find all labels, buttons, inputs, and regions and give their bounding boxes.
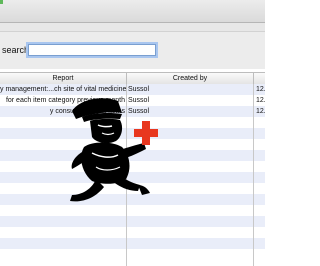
cell-date: 12. — [256, 108, 265, 115]
search-input[interactable] — [28, 44, 156, 56]
window-control-edge[interactable] — [0, 0, 3, 4]
cell-date: 12. — [256, 97, 265, 104]
empty-row — [0, 249, 265, 260]
empty-row — [0, 238, 265, 249]
empty-row — [0, 205, 265, 216]
column-header-report[interactable]: Report — [0, 73, 127, 84]
toolbar — [0, 23, 265, 31]
column-header-date[interactable] — [254, 73, 265, 84]
empty-row — [0, 216, 265, 227]
column-header-created-by[interactable]: Created by — [127, 73, 254, 84]
search-bar: search — [0, 31, 265, 69]
cell-date: 12. — [256, 86, 265, 93]
window-title-bar — [0, 0, 265, 23]
empty-row — [0, 227, 265, 238]
column-divider — [253, 84, 254, 266]
running-pharmacist-with-red-cross-icon — [70, 98, 158, 202]
search-label: search — [2, 45, 30, 55]
